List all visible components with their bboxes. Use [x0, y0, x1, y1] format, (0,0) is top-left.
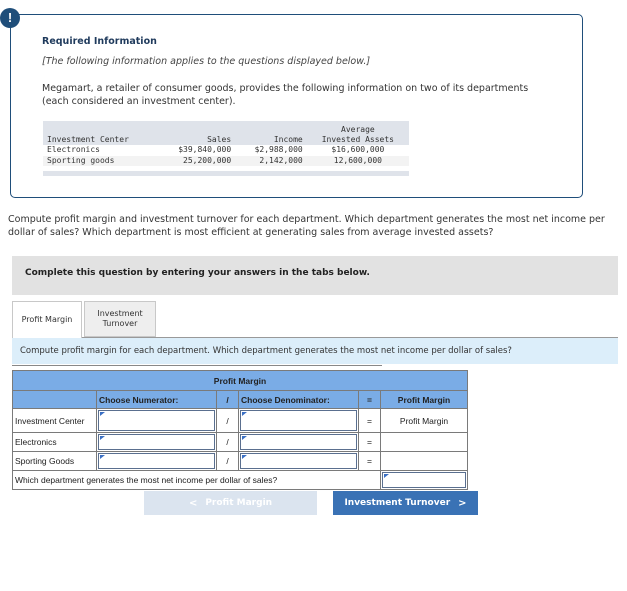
cell-income: 2,142,000: [259, 155, 303, 165]
required-information-description: Megamart, a retailer of consumer goods, …: [42, 83, 529, 107]
required-information-title: Required Information: [42, 36, 157, 47]
header-equals: =: [358, 390, 381, 409]
final-answer-dropdown[interactable]: [380, 470, 468, 490]
tab-investment-turnover[interactable]: Investment Turnover: [84, 301, 156, 337]
department-data-table: Investment Center Sales Income Average I…: [43, 121, 409, 176]
required-information-box: Required Information [The following info…: [10, 14, 583, 198]
row-label: Electronics: [12, 432, 97, 452]
cell-income: $2,988,000: [254, 145, 303, 154]
table-row: Investment Center / = Profit Margin: [12, 408, 468, 433]
numerator-dropdown[interactable]: [96, 408, 217, 433]
prev-profit-margin-button[interactable]: < Profit Margin: [144, 491, 317, 515]
question-text: Compute profit margin and investment tur…: [8, 214, 605, 238]
profit-margin-table: Profit Margin Choose Numerator: / Choose…: [12, 370, 468, 490]
header-profit-margin: Profit Margin: [380, 390, 468, 409]
slash-symbol: /: [216, 408, 239, 433]
row-label: Sporting Goods: [12, 451, 97, 471]
header-average-invested-assets: Average Invested Assets: [307, 121, 409, 145]
cell-assets: 12,600,000: [333, 155, 382, 165]
header-assets-line1: Average: [341, 125, 375, 134]
profit-margin-result[interactable]: [380, 451, 468, 471]
table-row: Sporting Goods / =: [12, 451, 468, 471]
header-numerator: Choose Numerator:: [96, 390, 217, 409]
exclamation-icon: !: [0, 8, 20, 28]
table-row: Electronics $39,840,000 $2,988,000 $16,6…: [43, 145, 409, 156]
next-investment-turnover-button[interactable]: Investment Turnover >: [333, 491, 478, 515]
denominator-input[interactable]: [240, 410, 357, 431]
denominator-dropdown[interactable]: [238, 432, 359, 452]
equals-symbol: =: [358, 451, 381, 471]
prev-button-label: Profit Margin: [205, 498, 273, 508]
header-sales: Sales: [207, 135, 232, 144]
tab-investment-turnover-label: Investment Turnover: [97, 309, 142, 329]
header-denominator: Choose Denominator:: [238, 390, 359, 409]
slash-symbol: /: [216, 432, 239, 452]
numerator-dropdown[interactable]: [96, 432, 217, 452]
required-information-note: [The following information applies to th…: [42, 56, 371, 67]
chevron-left-icon: <: [188, 497, 198, 509]
final-question-row: Which department generates the most net …: [12, 470, 468, 490]
profit-margin-result[interactable]: [380, 432, 468, 452]
cell-assets: $16,600,000: [331, 145, 385, 154]
table-row: Electronics / =: [12, 432, 468, 452]
table-row: Sporting goods 25,200,000 2,142,000 12,6…: [43, 155, 409, 166]
header-income: Income: [273, 135, 303, 144]
header-blank: [12, 390, 97, 409]
equals-symbol: =: [358, 408, 381, 433]
cell-center: Electronics: [47, 145, 100, 154]
cell-sales: 25,200,000: [183, 155, 232, 165]
final-answer-input[interactable]: [382, 472, 466, 488]
final-question-text: Which department generates the most net …: [12, 470, 381, 490]
instruction-banner: Compute profit margin for each departmen…: [12, 338, 618, 364]
cell-center: Sporting goods: [47, 155, 115, 165]
tab-profit-margin[interactable]: Profit Margin: [12, 301, 82, 338]
equals-symbol: =: [358, 432, 381, 452]
profit-margin-table-title: Profit Margin: [12, 370, 468, 391]
data-table-header-row: Investment Center Sales Income Average I…: [43, 121, 409, 145]
table-footer-bar: [43, 171, 409, 176]
denominator-dropdown[interactable]: [238, 451, 359, 471]
cell-sales: $39,840,000: [178, 145, 232, 154]
complete-question-text: Complete this question by entering your …: [25, 268, 370, 278]
numerator-dropdown[interactable]: [96, 451, 217, 471]
numerator-input[interactable]: [98, 410, 215, 431]
denominator-input[interactable]: [240, 434, 357, 450]
header-assets-line2: Invested Assets: [321, 135, 394, 144]
header-slash: /: [216, 390, 239, 409]
row-label: Investment Center: [12, 408, 97, 433]
denominator-dropdown[interactable]: [238, 408, 359, 433]
profit-margin-result: Profit Margin: [380, 408, 468, 433]
complete-question-banner: Complete this question by entering your …: [12, 256, 618, 295]
numerator-input[interactable]: [98, 453, 215, 469]
tab-label-line1: Investment: [97, 309, 143, 318]
header-investment-center: Investment Center: [47, 135, 129, 144]
tab-label-line2: Turnover: [102, 319, 138, 328]
numerator-input[interactable]: [98, 434, 215, 450]
chevron-right-icon: >: [458, 497, 467, 509]
tab-profit-margin-label: Profit Margin: [21, 315, 73, 324]
slash-symbol: /: [216, 451, 239, 471]
instruction-divider: [12, 365, 382, 366]
instruction-text: Compute profit margin for each departmen…: [20, 346, 512, 356]
next-button-label: Investment Turnover: [344, 498, 451, 508]
denominator-input[interactable]: [240, 453, 357, 469]
